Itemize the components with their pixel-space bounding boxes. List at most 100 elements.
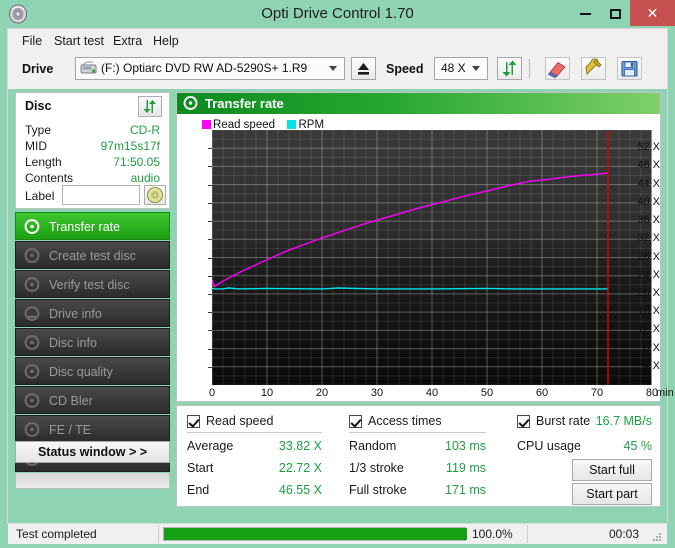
group-divider	[349, 432, 486, 433]
y-axis-tick-mark	[208, 312, 212, 313]
disc-row-value: CD-R	[130, 123, 160, 137]
tools-button[interactable]	[581, 57, 606, 80]
y-axis-tick-mark	[208, 330, 212, 331]
sidebar-item-disc-info[interactable]: Disc info	[15, 328, 170, 356]
burst-rate-value: 16.7 MB/s	[567, 414, 652, 428]
sidebar-filler	[15, 473, 170, 489]
sidebar-item-cd-bler[interactable]: CD Bler	[15, 386, 170, 414]
close-button[interactable]: ✕	[630, 0, 675, 26]
chart-title: Transfer rate	[205, 93, 284, 114]
y-axis-tick-mark	[208, 166, 212, 167]
disc-refresh-button[interactable]	[138, 96, 162, 117]
drive-info-icon	[24, 305, 41, 322]
disc-quality-icon	[24, 363, 41, 380]
transfer-rate-icon	[183, 95, 199, 111]
disc-label-key: Label	[25, 189, 54, 203]
x-axis-tick-label: 70	[582, 387, 612, 399]
cd-disc-icon	[145, 186, 165, 204]
read-speed-value-start: 22.72 X	[247, 461, 322, 475]
status-bar: Test completed 100.0% 00:03	[8, 523, 667, 544]
read-speed-checkbox[interactable]	[187, 415, 200, 428]
sidebar-item-drive-info[interactable]: Drive info	[15, 299, 170, 327]
progress-percent: 100.0%	[472, 527, 513, 541]
transfer-rate-chart-panel: Transfer rate Read speed RPM 4 X8 X12 X1…	[176, 92, 661, 402]
disc-label-input[interactable]	[62, 185, 140, 205]
minimize-button[interactable]	[570, 0, 600, 26]
disc-row-value: 97m15s17f	[101, 139, 160, 153]
sidebar-item-label: Disc info	[49, 329, 97, 357]
x-axis-tick-label: 50	[472, 387, 502, 399]
erase-button[interactable]	[545, 57, 570, 80]
menu-item-start-test[interactable]: Start test	[48, 32, 110, 50]
resize-grip-icon[interactable]	[651, 530, 663, 542]
refresh-icon	[498, 58, 521, 79]
drive-select-value: (F:) Optiarc DVD RW AD-5290S+ 1.R9	[101, 58, 307, 79]
y-axis-tick-mark	[208, 367, 212, 368]
speed-select[interactable]: 48 X	[434, 57, 488, 80]
y-axis-tick-label: 52 X	[629, 141, 660, 153]
read-speed-key-start: Start	[187, 461, 213, 475]
y-axis-tick-label: 40 X	[629, 196, 660, 208]
y-axis-tick-label: 36 X	[629, 214, 660, 226]
eject-button[interactable]	[351, 57, 376, 80]
elapsed-time: 00:03	[609, 527, 639, 541]
status-window-button[interactable]: Status window > >	[15, 441, 170, 463]
create-test-disc-icon	[24, 247, 41, 264]
y-axis-tick-mark	[208, 294, 212, 295]
sidebar-item-label: Transfer rate	[49, 213, 120, 241]
sidebar-item-verify-test-disc[interactable]: Verify test disc	[15, 270, 170, 298]
results-panel: Read speed Average 33.82 X Start 22.72 X…	[176, 405, 661, 507]
access-times-key-random: Random	[349, 439, 396, 453]
x-axis-tick-label: 40	[417, 387, 447, 399]
speed-label: Speed	[386, 62, 424, 76]
eraser-icon	[546, 58, 569, 79]
y-axis-tick-label: 44 X	[629, 178, 660, 190]
speed-select-value: 48 X	[441, 58, 466, 79]
chart-header: Transfer rate	[177, 93, 660, 114]
refresh-icon	[139, 97, 161, 116]
start-part-button[interactable]: Start part	[572, 483, 652, 505]
x-axis-tick-label: 10	[252, 387, 282, 399]
disc-label-row: Label	[16, 185, 169, 209]
chart-plot-area: 4 X8 X12 X16 X20 X24 X28 X32 X36 X40 X44…	[177, 130, 660, 401]
burst-rate-checkbox[interactable]	[517, 415, 530, 428]
toolbar-separator	[529, 59, 530, 78]
x-axis-tick-label: 0	[197, 387, 227, 399]
drive-label: Drive	[22, 62, 53, 76]
x-axis-tick-label: 30	[362, 387, 392, 399]
start-full-button[interactable]: Start full	[572, 459, 652, 481]
sidebar-item-label: CD Bler	[49, 387, 93, 415]
disc-row-value: audio	[131, 171, 160, 185]
x-axis-tick-label: 20	[307, 387, 337, 399]
access-times-checkbox[interactable]	[349, 415, 362, 428]
y-axis-tick-mark	[208, 239, 212, 240]
access-times-key-full-stroke: Full stroke	[349, 483, 407, 497]
y-axis-tick-mark	[208, 148, 212, 149]
refresh-button[interactable]	[497, 57, 522, 80]
access-times-value-random: 103 ms	[409, 439, 486, 453]
y-axis-tick-mark	[208, 349, 212, 350]
save-button[interactable]	[617, 57, 642, 80]
maximize-button[interactable]	[600, 0, 630, 26]
sidebar-item-transfer-rate[interactable]: Transfer rate	[15, 212, 170, 240]
sidebar-item-label: Create test disc	[49, 242, 136, 270]
access-times-group-title: Access times	[368, 414, 442, 428]
disc-label-browse-button[interactable]	[144, 185, 166, 205]
sidebar-item-disc-quality[interactable]: Disc quality	[15, 357, 170, 385]
y-axis-tick-label: 32 X	[629, 232, 660, 244]
y-axis-tick-mark	[208, 258, 212, 259]
x-axis-tick-label: 60	[527, 387, 557, 399]
sidebar-item-create-test-disc[interactable]: Create test disc	[15, 241, 170, 269]
menu-item-file[interactable]: File	[16, 32, 48, 50]
disc-row-mid: MID 97m15s17f	[16, 139, 169, 156]
read-speed-group-title: Read speed	[206, 414, 273, 428]
disc-row-key: Type	[25, 123, 51, 137]
sidebar-item-fe-te[interactable]: FE / TE	[15, 415, 170, 443]
menu-bar: File Start test Extra Help	[8, 29, 667, 52]
menu-item-help[interactable]: Help	[147, 32, 185, 50]
menu-item-extra[interactable]: Extra	[107, 32, 148, 50]
fe-te-icon	[24, 421, 41, 438]
disc-row-key: Length	[25, 155, 62, 169]
drive-select[interactable]: (F:) Optiarc DVD RW AD-5290S+ 1.R9	[75, 57, 345, 80]
y-axis-tick-label: 16 X	[629, 305, 660, 317]
